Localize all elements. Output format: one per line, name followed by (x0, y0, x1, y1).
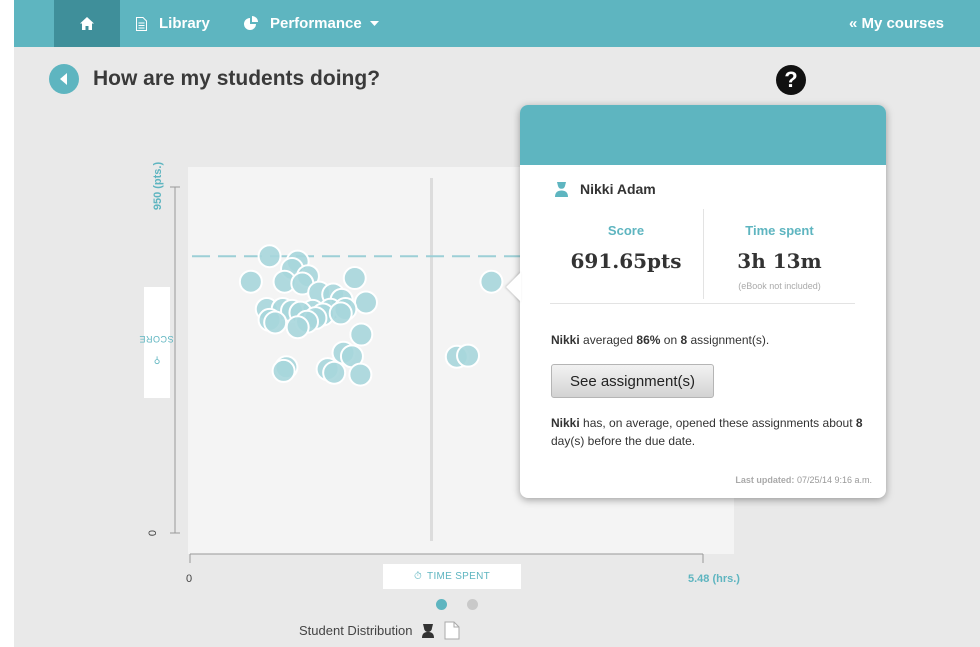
data-point[interactable] (456, 343, 481, 368)
score-value: 691.65pts (570, 249, 682, 273)
data-point[interactable] (328, 301, 353, 326)
student-distribution-label: Student Distribution (299, 623, 413, 638)
score-stat: Score 691.65pts (550, 209, 702, 273)
x-axis-title-box[interactable]: ⏱ TIME SPENT (383, 564, 521, 589)
page-icon[interactable] (444, 621, 460, 640)
data-point[interactable] (349, 322, 374, 347)
time-stat: Time spent 3h 13m (eBook not included) (703, 209, 855, 299)
data-point[interactable] (353, 290, 378, 315)
student-distribution-row: Student Distribution (299, 621, 460, 640)
popup-pointer (506, 272, 521, 302)
score-icon: ⚲ (153, 355, 161, 366)
y-axis-title-box[interactable]: ⚲ SCORE (139, 287, 174, 398)
data-point[interactable] (263, 310, 288, 335)
student-icon[interactable] (420, 623, 436, 639)
x-axis-min-label: 0 (186, 573, 193, 585)
popup-divider (550, 303, 855, 304)
time-value: 3h 13m (737, 249, 822, 273)
last-updated-value: 07/25/14 9:16 a.m. (794, 475, 872, 485)
y-axis-title-label: SCORE (139, 333, 174, 344)
x-axis-max-label: 5.48 (hrs.) (688, 573, 740, 585)
avg-text-1: averaged (579, 333, 637, 347)
y-axis-title: ⚲ SCORE (139, 322, 174, 366)
opened-text-2: day(s) before the due date. (551, 434, 696, 448)
data-points (238, 244, 504, 387)
last-updated: Last updated: 07/25/14 9:16 a.m. (735, 475, 872, 485)
data-point[interactable] (257, 244, 282, 269)
see-assignments-button[interactable]: See assignment(s) (551, 364, 714, 398)
stopwatch-icon: ⏱ (413, 571, 423, 582)
avg-text-3: assignment(s). (687, 333, 770, 347)
avg-percent: 86% (636, 333, 661, 347)
data-point[interactable] (479, 269, 504, 294)
carousel-dot-2[interactable] (467, 599, 478, 610)
data-point[interactable] (285, 315, 310, 340)
opened-days: 8 (855, 416, 863, 430)
average-summary: Nikki averaged 86% on 8 assignment(s). (551, 333, 769, 347)
popup-header (520, 105, 886, 165)
time-note: (eBook not included) (738, 281, 821, 291)
data-point[interactable] (342, 266, 367, 291)
student-name-row: Nikki Adam (554, 181, 656, 197)
opened-summary: Nikki has, on average, opened these assi… (551, 414, 871, 450)
x-axis-title: TIME SPENT (427, 571, 491, 582)
last-updated-label: Last updated: (735, 475, 795, 485)
student-icon (555, 182, 568, 197)
opened-text-1: has, on average, opened these assignment… (579, 416, 856, 430)
opened-student-name: Nikki (551, 416, 580, 430)
data-point[interactable] (271, 358, 296, 383)
y-axis-max-label: 950 (pts.) (152, 161, 164, 211)
time-label: Time spent (745, 223, 814, 238)
data-point[interactable] (348, 362, 373, 387)
score-label: Score (607, 223, 645, 238)
app-window: Library Performance « My courses How are… (14, 0, 980, 647)
avg-text-2: on (660, 333, 681, 347)
data-point[interactable] (238, 269, 263, 294)
student-name: Nikki Adam (580, 181, 656, 197)
y-axis-min-label: 0 (147, 529, 159, 537)
student-popup: Nikki Adam Score 691.65pts Time spent 3h… (506, 105, 886, 498)
avg-student-name: Nikki (551, 333, 580, 347)
data-point[interactable] (322, 360, 347, 385)
carousel-dot-1[interactable] (436, 599, 447, 610)
